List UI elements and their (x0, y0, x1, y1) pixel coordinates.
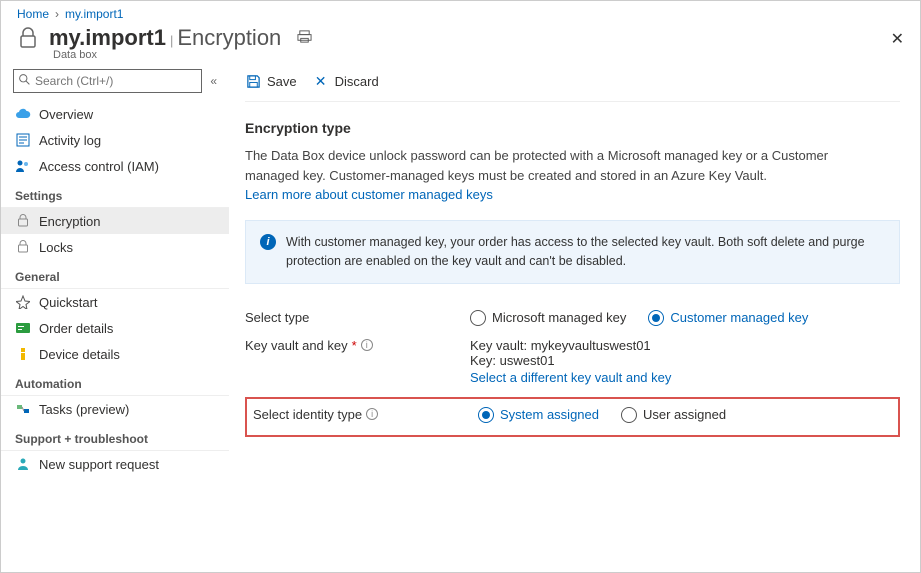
breadcrumb: Home › my.import1 (1, 1, 920, 25)
radio-system-assigned[interactable]: System assigned (478, 407, 599, 423)
sidebar-item-encryption[interactable]: Encryption (1, 208, 229, 234)
form-row-key-vault: Key vault and key * i Key vault: mykeyva… (245, 332, 900, 391)
sidebar-item-order-details[interactable]: Order details (1, 315, 229, 341)
change-key-vault-link[interactable]: Select a different key vault and key (470, 370, 671, 385)
main-pane: Save ✕ Discard Encryption type The Data … (229, 61, 920, 562)
save-button[interactable]: Save (245, 73, 297, 89)
breadcrumb-item[interactable]: my.import1 (65, 7, 123, 21)
info-hint-icon[interactable]: i (361, 339, 373, 351)
sidebar-item-overview[interactable]: Overview (1, 101, 229, 127)
description-text: The Data Box device unlock password can … (245, 146, 885, 185)
sidebar-item-new-support-request[interactable]: New support request (1, 451, 229, 477)
support-icon (15, 456, 31, 472)
info-hint-icon[interactable]: i (366, 408, 378, 420)
sidebar-section-general: General (1, 264, 229, 289)
page-title: my.import1|Encryption (49, 25, 281, 51)
search-icon (18, 73, 31, 89)
radio-microsoft-managed-key[interactable]: Microsoft managed key (470, 310, 626, 326)
discard-icon: ✕ (313, 73, 329, 89)
section-title-encryption-type: Encryption type (245, 120, 900, 136)
info-banner: i With customer managed key, your order … (245, 220, 900, 284)
info-icon: i (260, 234, 276, 250)
sidebar: « Overview Activity log Access control (… (1, 61, 229, 562)
people-icon (15, 158, 31, 174)
activity-log-icon (15, 132, 31, 148)
radio-user-assigned[interactable]: User assigned (621, 407, 726, 423)
print-icon[interactable] (297, 29, 312, 47)
highlight-identity-type: Select identity type i System assigned U… (245, 397, 900, 437)
label-identity-type: Select identity type i (253, 407, 478, 422)
discard-button[interactable]: ✕ Discard (313, 73, 379, 89)
radio-customer-managed-key[interactable]: Customer managed key (648, 310, 808, 326)
lock-small-icon (15, 213, 31, 229)
key-value: Key: uswest01 (470, 353, 900, 368)
save-icon (245, 73, 261, 89)
sidebar-item-tasks[interactable]: Tasks (preview) (1, 396, 229, 422)
sidebar-section-automation: Automation (1, 371, 229, 396)
sidebar-item-quickstart[interactable]: Quickstart (1, 289, 229, 315)
sidebar-item-activity-log[interactable]: Activity log (1, 127, 229, 153)
breadcrumb-home[interactable]: Home (17, 7, 49, 21)
key-vault-value: Key vault: mykeyvaultuswest01 (470, 338, 900, 353)
sidebar-section-support: Support + troubleshoot (1, 426, 229, 451)
lock-icon (17, 26, 39, 50)
toolbar: Save ✕ Discard (245, 69, 900, 102)
form-row-select-type: Select type Microsoft managed key Custom… (245, 304, 900, 332)
page-header: my.import1|Encryption ✕ (1, 25, 920, 53)
tasks-icon (15, 401, 31, 417)
locks-icon (15, 239, 31, 255)
chevron-right-icon: › (55, 7, 59, 21)
sidebar-item-access-control[interactable]: Access control (IAM) (1, 153, 229, 179)
search-input[interactable] (13, 69, 202, 93)
sidebar-item-device-details[interactable]: Device details (1, 341, 229, 367)
label-key-vault: Key vault and key * i (245, 338, 470, 353)
learn-more-link[interactable]: Learn more about customer managed keys (245, 187, 493, 202)
sidebar-section-settings: Settings (1, 183, 229, 208)
cloud-icon (15, 106, 31, 122)
sidebar-item-locks[interactable]: Locks (1, 234, 229, 260)
label-select-type: Select type (245, 310, 470, 325)
quickstart-icon (15, 294, 31, 310)
order-details-icon (15, 320, 31, 336)
device-details-icon (15, 346, 31, 362)
collapse-sidebar-icon[interactable]: « (210, 74, 217, 88)
close-icon[interactable]: ✕ (891, 29, 904, 49)
